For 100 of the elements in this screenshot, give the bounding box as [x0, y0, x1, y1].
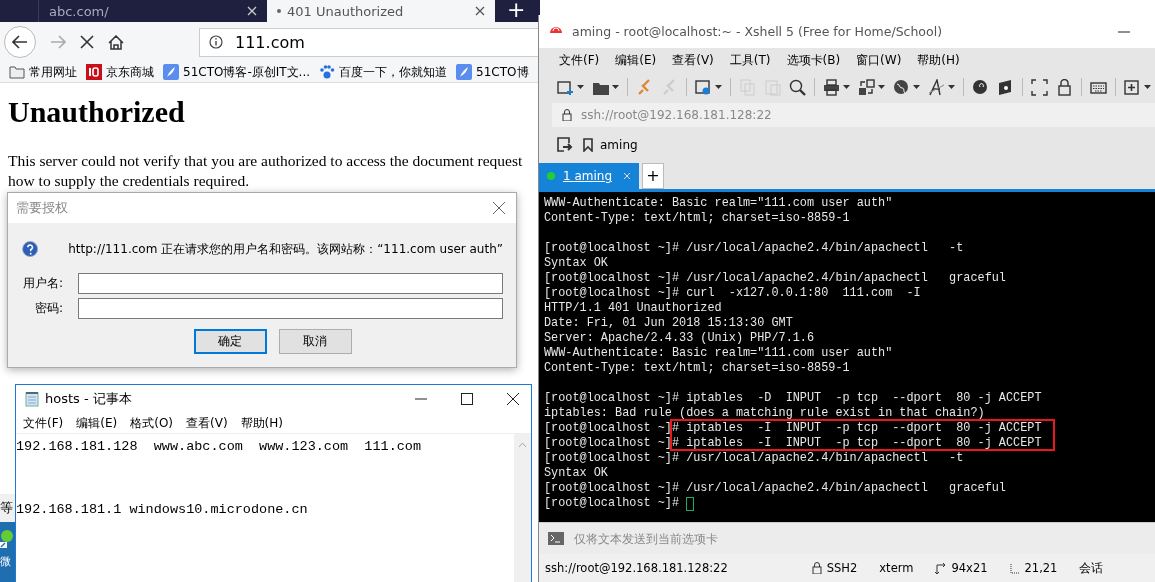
app-icon[interactable] — [0, 530, 14, 548]
terminal-line: Server: Apache/2.4.33 (Unix) PHP/7.1.6 — [544, 331, 816, 346]
stop-icon[interactable] — [80, 35, 94, 49]
page-text: This server could not verify that you are authorized to access the document request — [8, 151, 524, 171]
lock-icon — [811, 562, 822, 574]
menu-item[interactable]: 帮助(H) — [240, 414, 283, 432]
bookmark-icon — [583, 137, 593, 152]
terminal-line: [root@localhost ~]# /usr/local/apache2.4/bin/apachectl graceful — [544, 481, 1007, 496]
page-heading: Unauthorized — [8, 95, 186, 129]
icon-label: 微 — [0, 554, 11, 569]
menu-item[interactable]: 选项卡(B) — [786, 51, 841, 69]
terminal-line: Content-Type: text/html; charset=iso-8859-1 — [544, 211, 851, 226]
toolbar-button[interactable] — [926, 78, 957, 96]
close-icon[interactable] — [507, 393, 519, 405]
field-label: 用户名: — [21, 275, 64, 292]
input-field[interactable] — [78, 298, 503, 319]
caret-icon — [878, 85, 885, 89]
menu-item[interactable]: 文件(F) — [23, 414, 64, 432]
dialog-button[interactable]: 取消 — [278, 329, 352, 354]
menu-item[interactable]: 编辑(E) — [76, 414, 118, 432]
resize-icon — [935, 562, 947, 574]
back-icon — [12, 35, 28, 49]
terminal-line: [root@localhost ~]# /usr/local/apache2.4/bin/apachectl -t — [544, 241, 965, 256]
search-icon — [789, 78, 806, 96]
caret-icon — [843, 85, 850, 89]
transfer-icon — [858, 78, 875, 96]
window-title: hosts - 记事本 — [45, 390, 133, 408]
menu-item[interactable]: 文件(F) — [559, 51, 600, 69]
session-tab[interactable]: 1 aming — [539, 163, 639, 189]
caret-icon — [913, 85, 920, 89]
lock-icon — [1056, 78, 1073, 96]
caret-icon — [1144, 85, 1151, 89]
toolbar-button[interactable] — [891, 78, 922, 96]
status-text: 会话 — [1079, 560, 1104, 576]
behind-text: 等 — [0, 494, 16, 522]
toolbar-button[interactable] — [856, 78, 887, 96]
info-icon — [209, 35, 223, 49]
bookmark-link[interactable]: 51CTO博 — [456, 63, 529, 81]
address-field[interactable]: 111.com — [199, 27, 540, 57]
bookmark-link[interactable]: 51CTO博客-原创IT文... — [163, 63, 311, 81]
back-button[interactable] — [4, 26, 36, 58]
terminal-line: [root@localhost ~]# /usr/local/apache2.4/bin/apachectl -t — [544, 451, 965, 466]
globe-icon — [893, 78, 910, 96]
toolbar-button[interactable] — [787, 78, 808, 96]
caret-icon — [715, 85, 722, 89]
status-text: 21,21 — [1024, 561, 1058, 575]
terminal-line: WWW-Authenticate: Basic realm="111.com user auth" — [544, 346, 894, 361]
terminal-line: [root@localhost ~]# curl -x127.0.0.1:80 111.com -I — [544, 286, 922, 301]
compose-bar[interactable]: 仅将文本发送到当前选项卡 — [539, 522, 1155, 554]
fullscreen-icon — [1031, 78, 1048, 96]
status-text: 94x21 — [951, 561, 988, 575]
home-icon[interactable] — [108, 34, 124, 50]
toolbar-button[interactable] — [693, 78, 724, 96]
font-icon — [928, 78, 945, 96]
terminal-line: WWW-Authenticate: Basic realm="111.com user auth" — [544, 196, 894, 211]
terminal-line: Syntax OK — [544, 256, 609, 271]
cursor-position-icon — [1009, 562, 1020, 574]
bookmark-link[interactable]: 百度一下，你就知道 — [319, 63, 448, 81]
browser-tab[interactable]: abc.com/ — [39, 0, 267, 22]
terminal-line: Content-Type: text/html; charset=iso-8859-1 — [544, 361, 851, 376]
menu-item[interactable]: 帮助(H) — [917, 51, 960, 69]
terminal-line: Syntax OK — [544, 466, 609, 481]
terminal-line: [root@localhost ~]# — [544, 496, 1151, 511]
close-icon[interactable] — [475, 6, 485, 16]
compose-field[interactable]: 仅将文本发送到当前选项卡 — [572, 530, 1155, 547]
field-label: 密码: — [33, 300, 64, 317]
status-text: ssh://root@192.168.181.128:22 — [545, 561, 728, 575]
browser-tab[interactable]: 401 Unauthorized — [267, 0, 495, 22]
menu-item[interactable]: 格式(O) — [130, 414, 174, 432]
text-line: 192.168.181.1 windows10.microdone.cn — [16, 501, 309, 519]
plug-icon — [661, 78, 678, 96]
toolbar-button[interactable] — [1029, 78, 1050, 96]
menu-item[interactable]: 工具(T) — [729, 51, 771, 69]
new-tab-button[interactable]: + — [495, 0, 538, 22]
bookmark-link[interactable]: 京东商城 — [86, 63, 154, 81]
add-icon — [1124, 78, 1141, 96]
dialog-button[interactable]: 确定 — [193, 329, 267, 354]
text-line: 192.168.181.128 www.abc.com www.123.com 111.com — [16, 438, 423, 456]
bookmark-link[interactable]: 常用网址 — [9, 63, 77, 81]
new-tab-button[interactable]: + — [642, 163, 664, 189]
swirl-icon — [972, 78, 989, 96]
menu-item[interactable]: 查看(V) — [672, 51, 714, 69]
menu-item[interactable]: 编辑(E) — [615, 51, 657, 69]
input-field[interactable] — [78, 273, 503, 294]
dialog-message: http://111.com 正在请求您的用户名和密码。该网站称：“111.com user auth” — [68, 240, 503, 258]
notepad-icon — [25, 391, 39, 407]
menu-item[interactable]: 窗口(W) — [856, 51, 902, 69]
paw-icon — [319, 64, 336, 80]
dialog-title: 需要授权 — [16, 199, 68, 217]
open-link-icon[interactable] — [557, 137, 573, 152]
toolbar-button[interactable] — [555, 78, 586, 96]
toolbar-button[interactable] — [821, 78, 852, 96]
caret-icon — [612, 85, 619, 89]
link-item[interactable]: aming — [583, 137, 638, 152]
toolbar-button[interactable] — [1122, 78, 1153, 96]
maximize-icon[interactable] — [461, 393, 473, 405]
terminal-line: [root@localhost ~]# iptables -D INPUT -p tcp --dport 80 -j ACCEPT — [544, 391, 1043, 406]
menu-item[interactable]: 查看(V) — [186, 414, 228, 432]
lock-icon — [562, 109, 572, 121]
card-icon — [997, 78, 1014, 96]
